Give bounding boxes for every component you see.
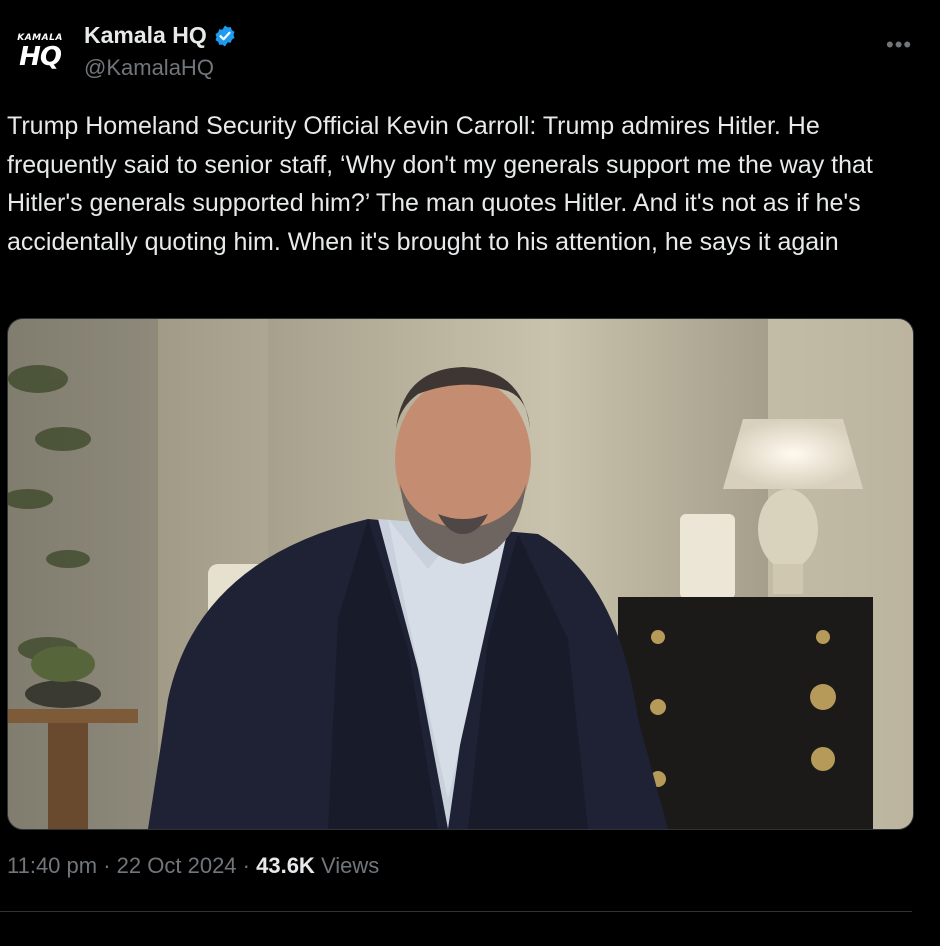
tweet-date[interactable]: 22 Oct 2024 <box>117 853 237 878</box>
author-handle[interactable]: @KamalaHQ <box>84 55 214 81</box>
author-name-row: Kamala HQ <box>84 22 237 49</box>
tweet-video[interactable] <box>7 318 914 830</box>
divider <box>0 911 912 912</box>
tweet-avatar[interactable]: KAMALA HQ <box>8 30 72 78</box>
views-count: 43.6K <box>256 853 315 878</box>
more-options-icon[interactable]: ••• <box>886 32 912 58</box>
meta-separator: · <box>236 853 257 878</box>
avatar-bottom-text: HQ <box>19 42 62 72</box>
meta-separator: · <box>97 853 117 878</box>
verified-badge-icon <box>215 25 235 46</box>
tweet-time[interactable]: 11:40 pm <box>7 853 97 878</box>
video-frame-image <box>8 319 913 829</box>
tweet-text: Trump Homeland Security Official Kevin C… <box>7 112 873 256</box>
tweet-meta: 11:40 pm · 22 Oct 2024 · 43.6K Views <box>7 853 379 879</box>
views-label: Views <box>314 853 380 878</box>
author-display-name[interactable]: Kamala HQ <box>84 22 207 49</box>
